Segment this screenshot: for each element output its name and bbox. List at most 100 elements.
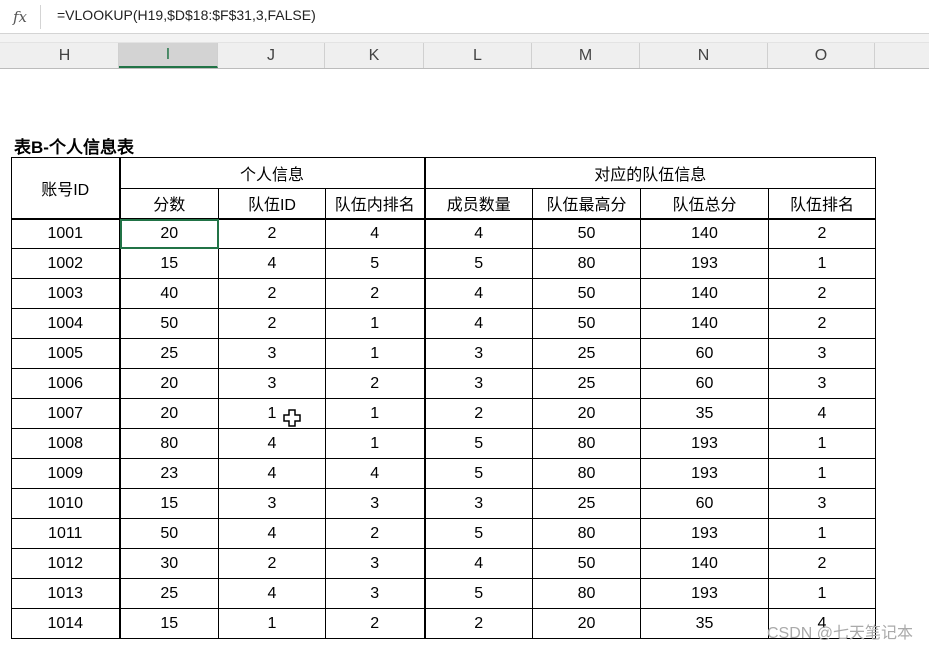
cell-team-max[interactable]: 80 [532, 578, 641, 609]
formula-input[interactable]: =VLOOKUP(H19,$D$18:$F$31,3,FALSE) [57, 7, 316, 23]
column-header-o[interactable]: O [768, 43, 875, 68]
cell-team-rank[interactable]: 1 [768, 518, 876, 549]
cell-team-rank-inner[interactable]: 5 [325, 248, 426, 279]
cell-team-max[interactable]: 80 [532, 518, 641, 549]
cell-team-total[interactable]: 140 [640, 278, 769, 309]
cell-team-rank-inner[interactable]: 1 [325, 428, 426, 459]
column-header-l[interactable]: L [424, 43, 532, 68]
cell-score[interactable]: 15 [119, 248, 219, 279]
header-team-info[interactable]: 对应的队伍信息 [424, 157, 876, 189]
cell-team-total[interactable]: 193 [640, 458, 769, 489]
cell-team-id[interactable]: 2 [218, 548, 326, 579]
cell-score[interactable]: 25 [119, 338, 219, 369]
cell-team-rank[interactable]: 2 [768, 278, 876, 309]
cell-team-rank-inner[interactable]: 1 [325, 338, 426, 369]
cell-score[interactable]: 15 [119, 488, 219, 519]
cell-team-rank[interactable]: 2 [768, 218, 876, 249]
cell-team-max[interactable]: 80 [532, 458, 641, 489]
header-personal-info[interactable]: 个人信息 [119, 157, 426, 189]
cell-team-id[interactable]: 3 [218, 338, 326, 369]
cell-team-id[interactable]: 4 [218, 578, 326, 609]
cell-account-id[interactable]: 1002 [11, 248, 121, 279]
column-header-n[interactable]: N [640, 43, 768, 68]
cell-member-count[interactable]: 5 [424, 248, 533, 279]
cell-team-max[interactable]: 50 [532, 308, 641, 339]
cell-team-total[interactable]: 140 [640, 548, 769, 579]
cell-team-rank[interactable]: 4 [768, 398, 876, 429]
cell-member-count[interactable]: 4 [424, 308, 533, 339]
cell-team-rank[interactable]: 3 [768, 488, 876, 519]
cell-member-count[interactable]: 3 [424, 368, 533, 399]
cell-score[interactable]: 50 [119, 518, 219, 549]
cell-account-id[interactable]: 1008 [11, 428, 121, 459]
cell-team-rank-inner[interactable]: 1 [325, 308, 426, 339]
cell-account-id[interactable]: 1012 [11, 548, 121, 579]
cell-account-id[interactable]: 1010 [11, 488, 121, 519]
cell-team-max[interactable]: 50 [532, 218, 641, 249]
cell-team-rank[interactable]: 1 [768, 578, 876, 609]
cell-team-id[interactable]: 2 [218, 308, 326, 339]
header-team-rank[interactable]: 队伍排名 [768, 188, 876, 220]
cell-team-total[interactable]: 193 [640, 518, 769, 549]
cell-score[interactable]: 23 [119, 458, 219, 489]
fx-icon[interactable]: fx [0, 0, 40, 34]
cell-score[interactable]: 20 [119, 218, 219, 249]
column-header-k[interactable]: K [325, 43, 424, 68]
cell-team-rank-inner[interactable]: 4 [325, 218, 426, 249]
cell-member-count[interactable]: 4 [424, 278, 533, 309]
cell-team-rank-inner[interactable]: 3 [325, 578, 426, 609]
cell-score[interactable]: 20 [119, 368, 219, 399]
cell-team-max[interactable]: 25 [532, 338, 641, 369]
cell-account-id[interactable]: 1011 [11, 518, 121, 549]
cell-score[interactable]: 30 [119, 548, 219, 579]
cell-member-count[interactable]: 5 [424, 578, 533, 609]
cell-score[interactable]: 40 [119, 278, 219, 309]
cell-team-total[interactable]: 140 [640, 218, 769, 249]
column-header-j[interactable]: J [218, 43, 325, 68]
cell-member-count[interactable]: 3 [424, 338, 533, 369]
cell-account-id[interactable]: 1007 [11, 398, 121, 429]
cell-member-count[interactable]: 5 [424, 518, 533, 549]
cell-account-id[interactable]: 1014 [11, 608, 121, 639]
header-team-total[interactable]: 队伍总分 [640, 188, 769, 220]
cell-team-id[interactable]: 4 [218, 248, 326, 279]
cell-team-rank-inner[interactable]: 2 [325, 368, 426, 399]
cell-team-max[interactable]: 50 [532, 278, 641, 309]
table-title[interactable]: 表B-个人信息表 [14, 133, 134, 158]
cell-team-rank-inner[interactable]: 2 [325, 278, 426, 309]
cell-team-rank[interactable]: 3 [768, 338, 876, 369]
cell-team-rank[interactable]: 2 [768, 308, 876, 339]
cell-member-count[interactable]: 5 [424, 428, 533, 459]
header-score[interactable]: 分数 [119, 188, 219, 220]
cell-team-total[interactable]: 193 [640, 248, 769, 279]
column-header-h[interactable]: H [11, 43, 119, 68]
cell-score[interactable]: 20 [119, 398, 219, 429]
cell-team-max[interactable]: 25 [532, 368, 641, 399]
cell-team-id[interactable]: 1 [218, 398, 326, 429]
column-header-m[interactable]: M [532, 43, 640, 68]
header-member-count[interactable]: 成员数量 [424, 188, 533, 220]
cell-team-max[interactable]: 20 [532, 608, 641, 639]
cell-account-id[interactable]: 1004 [11, 308, 121, 339]
cell-team-total[interactable]: 35 [640, 608, 769, 639]
cell-account-id[interactable]: 1009 [11, 458, 121, 489]
column-header-i[interactable]: I [119, 43, 218, 68]
cell-team-id[interactable]: 3 [218, 488, 326, 519]
cell-team-id[interactable]: 2 [218, 218, 326, 249]
cell-team-total[interactable]: 193 [640, 428, 769, 459]
cell-team-total[interactable]: 60 [640, 368, 769, 399]
cell-member-count[interactable]: 4 [424, 548, 533, 579]
cell-account-id[interactable]: 1001 [11, 218, 121, 249]
header-account-id[interactable]: 账号ID [11, 157, 121, 220]
cell-team-total[interactable]: 60 [640, 338, 769, 369]
cell-account-id[interactable]: 1006 [11, 368, 121, 399]
cell-team-id[interactable]: 4 [218, 428, 326, 459]
cell-account-id[interactable]: 1013 [11, 578, 121, 609]
cell-score[interactable]: 80 [119, 428, 219, 459]
cell-team-rank-inner[interactable]: 2 [325, 608, 426, 639]
cell-member-count[interactable]: 2 [424, 398, 533, 429]
header-team-id[interactable]: 队伍ID [218, 188, 326, 220]
sheet-grid[interactable]: 表B-个人信息表 账号ID 个人信息 对应的队伍信息 分数 队伍ID 队伍内排名… [0, 70, 929, 651]
cell-team-rank[interactable]: 3 [768, 368, 876, 399]
cell-score[interactable]: 25 [119, 578, 219, 609]
